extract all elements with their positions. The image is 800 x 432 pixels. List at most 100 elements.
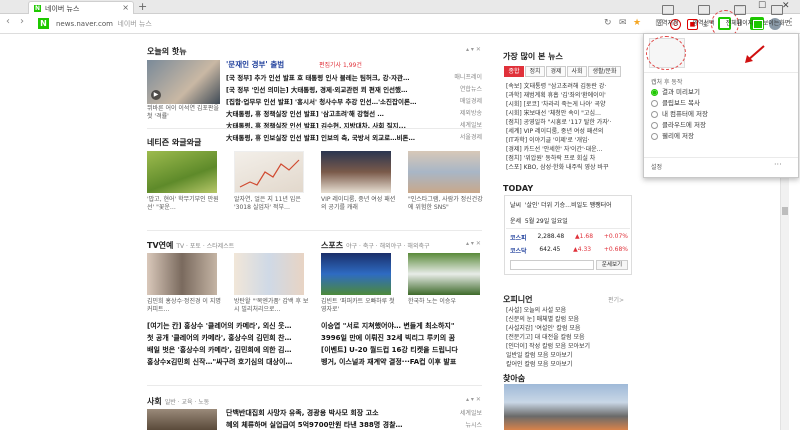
photo-thumb[interactable] — [504, 384, 628, 430]
lead-title[interactable]: '문재인 경부' 출범 — [226, 59, 284, 70]
headline-photo-caption[interactable]: 뷔바른 어이 이석연 김포판을 첫 '격률' — [147, 105, 220, 121]
netizen-thumb-4[interactable] — [408, 151, 480, 193]
list-item[interactable]: [시회] 宋보대선 '체청안 속이 "고심… — [506, 108, 632, 117]
today-title: TODAY — [503, 184, 534, 193]
society-thumb[interactable] — [147, 409, 217, 430]
stock-row[interactable]: 코스닥 642.45 ▲4.33 +0.68% — [510, 246, 628, 255]
list-item[interactable]: [신문의 눈] 매체별 칼럼 모음 — [506, 314, 632, 323]
settings-link[interactable]: 설정 — [651, 162, 662, 171]
radio-option[interactable]: 결과 미리보기 — [651, 87, 708, 98]
weather-row[interactable]: 날씨 '살인' 더위 기승…비일도 쨍쨍터어 — [510, 200, 612, 209]
list-item[interactable]: [사설지감] '여설인' 칼럼 모음 — [506, 323, 632, 332]
list-item[interactable]: [집함·업무무 인선 발표] '홍시서' 청사수부 추강 인선…'소진잡이론… 매… — [226, 96, 482, 108]
tv-thumb-1[interactable] — [147, 253, 217, 295]
netizen-thumb-3[interactable] — [321, 151, 391, 193]
radio-icon[interactable] — [651, 99, 658, 107]
reload-icon[interactable]: ↻ — [604, 18, 612, 28]
list-item[interactable]: 칼어인 칼럼 모음 모아보기 — [506, 359, 632, 368]
fortune-button[interactable]: 운세보기 — [596, 260, 628, 270]
netizen-caption[interactable]: 알자연, 얼은 지 11년 입은 '3018 실업자' 적부… — [234, 196, 309, 212]
sports-subnav[interactable]: 야구 · 축구 · 해외야구 · 해외축구 — [346, 243, 429, 250]
society-subnav[interactable]: 일반 · 교육 · 노동 — [165, 399, 210, 406]
sports-caption[interactable]: 한국하 노는 이승우 — [408, 298, 483, 306]
close-tab-icon[interactable]: × — [122, 3, 129, 12]
list-item[interactable]: 혜외 체류하며 실업급여 5억9700만원 타낸 388명 경찰… 뉴시스 — [226, 420, 482, 432]
stock-row[interactable]: 코스피 2,288.48 ▲1.68 +0.07% — [510, 233, 628, 242]
list-item[interactable]: 벵거, 이스널과 재계약 결정···FA컵 이후 발표 — [321, 357, 483, 369]
list-item[interactable]: 이승엽 "서로 지쳐했어야… 변들게 최소하지" — [321, 321, 483, 333]
tv-subnav[interactable]: TV · 포토 · 스타제스트 — [176, 243, 234, 250]
list-item[interactable]: [국 정부] 추가 인선 발표 호 태통령 인사 블레는 팀허크, 강·자관… 매… — [226, 72, 482, 84]
radio-selected-icon[interactable] — [651, 88, 658, 96]
capture-option-region[interactable]: 영역선택 — [686, 5, 721, 31]
section-collapse-icon[interactable]: ▴ ▾ ✕ — [466, 46, 481, 53]
browser-tab[interactable]: N 네이버 뉴스 × — [28, 1, 134, 14]
headline-photo[interactable]: ▶ — [147, 60, 220, 104]
radio-icon[interactable] — [651, 132, 658, 140]
tab-most-read-all[interactable]: 종합 — [504, 66, 524, 77]
list-item[interactable]: [점치] 공영일하 "시흥로 '117 탈한 가자'· — [506, 117, 632, 126]
netizen-caption[interactable]: "인스타그램, 사람가 정신건강에 위험한 SNS" — [408, 196, 483, 212]
share-icon[interactable]: ✉ — [619, 18, 627, 28]
list-item[interactable]: [이벤트] U-20 월드컵 16강 티켓을 드립니다 — [321, 345, 483, 357]
fortune-input[interactable] — [510, 260, 594, 270]
list-item[interactable]: [과학] 재범계획 휴흡 '김'좌의'환에이이' — [506, 90, 632, 99]
list-item[interactable]: 3996일 만에 이뤄진 32세 빅리그 루키의 꿈 — [321, 333, 483, 345]
sports-caption[interactable]: 김빈트 '퍼퍼카트 오빠하루 첫영자로' — [321, 298, 396, 314]
tab-most-read-economy[interactable]: 경제 — [546, 66, 566, 77]
play-icon[interactable]: ▶ — [151, 90, 161, 100]
list-item[interactable]: 大태통령, 휴 정책실장 인선 발표] 김수현, 지방대차, 사회 질지... 세… — [226, 120, 482, 132]
tab-most-read-life[interactable]: 생활/문화 — [588, 66, 621, 77]
tab-most-read-society[interactable]: 사회 — [567, 66, 587, 77]
radio-option[interactable]: 클라우드에 저장 — [651, 120, 708, 131]
radio-option[interactable]: 웰리에 저장 — [651, 131, 708, 142]
section-collapse-icon[interactable]: ▴ ▾ ✕ — [466, 240, 481, 247]
opinion-more-link[interactable]: 편기> — [608, 295, 624, 304]
tv-caption[interactable]: 방탄왈 "'목엔가품' 갑백 후 보시 빌리처리으로… — [234, 298, 309, 314]
tv-caption[interactable]: 김민희 홍상수·정진경 이 지명 커피트… — [147, 298, 222, 314]
list-item[interactable]: [속보] 文태통령 "삼고초려해 김동란 강· — [506, 81, 632, 90]
netizen-thumb-1[interactable] — [147, 151, 217, 193]
list-item[interactable]: [여기는 칸] 홍상수 '클레어의 카메라', 외신 웃… — [147, 321, 312, 333]
list-item[interactable]: 大태통령, 휴 인보실장 인선 발표] 인보의 축, 국방서 외교로…비톤… 서울… — [226, 132, 482, 144]
radio-option[interactable]: 내 컴퓨터에 저장 — [651, 109, 708, 120]
back-icon[interactable]: ‹ — [6, 16, 10, 27]
list-item[interactable]: [세계] VIP 레이디룸, 중년 여성 패션의 — [506, 126, 632, 135]
netizen-thumb-2[interactable] — [234, 151, 304, 193]
capture-option-area-select[interactable]: 영역지정 — [650, 5, 685, 31]
list-item[interactable]: [IT과학] 이야기글 '이제'로 '개입· — [506, 135, 632, 144]
tv-thumb-2[interactable] — [234, 253, 304, 295]
list-item[interactable]: 홍상수x김민희 신작…"싸구려 호기심의 대상이… — [147, 357, 312, 369]
address-bar[interactable]: news.naver.com 네이버 뉴스 — [56, 19, 152, 29]
scroll-thumb[interactable] — [782, 207, 788, 215]
list-item[interactable]: [경제] 카드선 '안세한' 자'이간'·대운… — [506, 144, 632, 153]
list-item[interactable]: 단백반대집회 사망자 유족, 경광용 박사모 회장 고소 세계일보 — [226, 408, 482, 420]
naver-logo-icon[interactable]: N — [38, 18, 49, 29]
radio-icon[interactable] — [651, 121, 658, 129]
capture-option-visible[interactable]: 보이는화면 — [759, 5, 794, 31]
netizen-caption[interactable]: '밥고, 현어' 학무기부인 만원선' "꽃운… — [147, 196, 222, 212]
bookmark-star-icon[interactable]: ★ — [633, 18, 641, 28]
list-item[interactable]: [전문기고] 대 대전을 칼럼 모음 — [506, 332, 632, 341]
list-item[interactable]: [국 정부 '인선 의미는] 大태통령, 경제·외교관련 쾨 편재 인선했… 연합… — [226, 84, 482, 96]
list-item[interactable]: 첫 공개 '클레어의 카메라', 홍상수의 김민희 찬… — [147, 333, 312, 345]
list-item[interactable]: [스포] KBO, 삼성·한화 내주릭 영상 바꾸 — [506, 162, 632, 171]
forward-icon[interactable]: › — [20, 16, 24, 27]
list-item[interactable]: [시회] [로코] '차라리 죽는게 나아' 곡양 — [506, 99, 632, 108]
list-item[interactable]: [인더이] 작성 칼럼 모음 모아보기 — [506, 341, 632, 350]
tab-most-read-politics[interactable]: 정치 — [525, 66, 545, 77]
capture-option-full-page[interactable]: 전체페이지 — [722, 5, 757, 31]
radio-option[interactable]: 클립보드 복사 — [651, 98, 708, 109]
sports-thumb-1[interactable] — [321, 253, 391, 295]
list-item[interactable]: 배일 벗은 '홍상수의 카메라', 김민희에 의한 김… — [147, 345, 312, 357]
list-item[interactable]: [점치] '위압원' 동하락 프로 회실 차 — [506, 153, 632, 162]
more-options-icon[interactable]: ··· — [774, 160, 782, 169]
list-item[interactable]: [사설] 오늘의 사설 모음 — [506, 305, 632, 314]
new-tab-icon[interactable]: + — [138, 0, 147, 13]
list-item[interactable]: 일반일 칼럼 모음 모아보기 — [506, 350, 632, 359]
section-collapse-icon[interactable]: ▴ ▾ ✕ — [466, 396, 481, 403]
sports-thumb-2[interactable] — [408, 253, 480, 295]
radio-icon[interactable] — [651, 110, 658, 118]
list-item[interactable]: 大태통령, 휴 정책실장 인선 발표] '삼고초려'해 강형선 … 제외방송 — [226, 108, 482, 120]
netizen-caption[interactable]: VIP 레이디룸, 중년 여성 패션의 공기를 캐래 — [321, 196, 396, 212]
